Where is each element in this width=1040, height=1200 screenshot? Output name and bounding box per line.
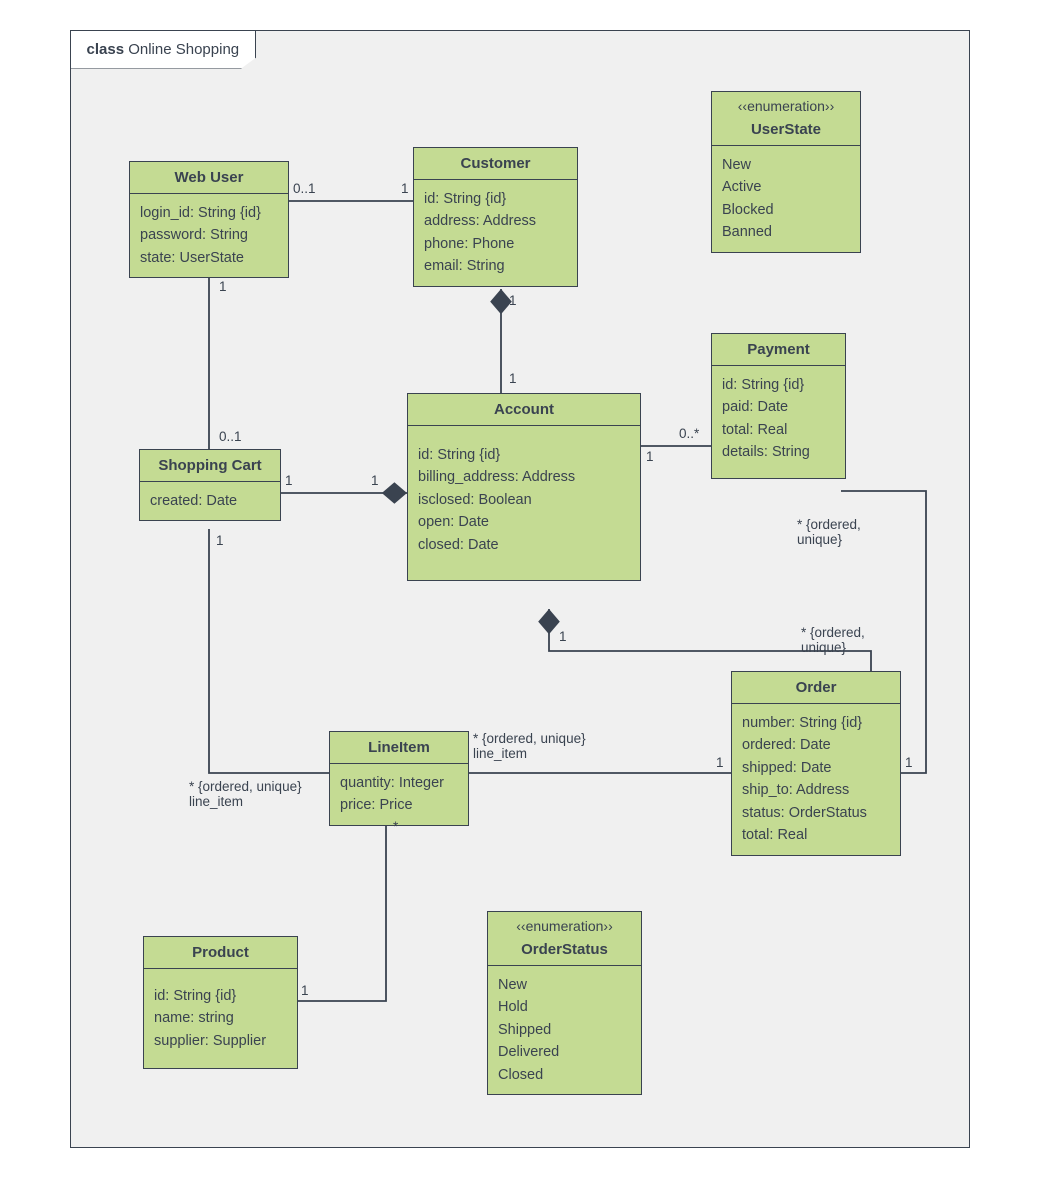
class-title: LineItem xyxy=(330,732,468,764)
class-shoppingcart: Shopping Cart created: Date xyxy=(139,449,281,521)
class-title: Product xyxy=(144,937,297,969)
attr: supplier: Supplier xyxy=(154,1030,287,1052)
attr: quantity: Integer xyxy=(340,772,458,794)
mult-label: 1 xyxy=(509,371,517,386)
class-title: Order xyxy=(732,672,900,704)
attr: details: String xyxy=(722,441,835,463)
attr: total: Real xyxy=(742,824,890,846)
mult-label: * {ordered, unique} xyxy=(797,517,861,547)
attr: state: UserState xyxy=(140,247,278,269)
class-title: Shopping Cart xyxy=(140,450,280,482)
class-customer: Customer id: String {id} address: Addres… xyxy=(413,147,578,287)
attr: id: String {id} xyxy=(154,985,287,1007)
enum-value: Shipped xyxy=(498,1019,631,1041)
enum-value: Banned xyxy=(722,221,850,243)
class-attrs: created: Date xyxy=(140,482,280,520)
mult-label: 0..1 xyxy=(293,181,316,196)
attr: id: String {id} xyxy=(722,374,835,396)
mult-label: * xyxy=(393,819,398,834)
mult-label: 1 xyxy=(905,755,913,770)
frame-label-keyword: class xyxy=(87,41,125,58)
enum-values: New Active Blocked Banned xyxy=(712,146,860,252)
enum-stereotype: ‹‹enumeration›› xyxy=(712,92,860,114)
enum-value: New xyxy=(722,154,850,176)
class-order: Order number: String {id} ordered: Date … xyxy=(731,671,901,856)
mult-label: 1 xyxy=(716,755,724,770)
attr: billing_address: Address xyxy=(418,466,630,488)
attr: closed: Date xyxy=(418,534,630,556)
attr: ship_to: Address xyxy=(742,779,890,801)
attr: price: Price xyxy=(340,794,458,816)
mult-label: * {ordered, unique} line_item xyxy=(473,731,586,761)
frame-label: class Online Shopping xyxy=(70,30,257,69)
enum-userstate: ‹‹enumeration›› UserState New Active Blo… xyxy=(711,91,861,253)
attr: ordered: Date xyxy=(742,734,890,756)
attr: isclosed: Boolean xyxy=(418,489,630,511)
attr: name: string xyxy=(154,1007,287,1029)
enum-orderstatus: ‹‹enumeration›› OrderStatus New Hold Shi… xyxy=(487,911,642,1095)
enum-stereotype: ‹‹enumeration›› xyxy=(488,912,641,934)
class-attrs: id: String {id} name: string supplier: S… xyxy=(144,969,297,1068)
attr: id: String {id} xyxy=(418,444,630,466)
mult-label: * {ordered, unique} xyxy=(801,625,865,655)
attr: total: Real xyxy=(722,419,835,441)
mult-label: 0..1 xyxy=(219,429,242,444)
class-attrs: id: String {id} billing_address: Address… xyxy=(408,426,640,580)
mult-label: 1 xyxy=(216,533,224,548)
attr: shipped: Date xyxy=(742,757,890,779)
diagram-frame: class Online Shopping Web User xyxy=(70,30,970,1148)
enum-value: Hold xyxy=(498,996,631,1018)
enum-value: New xyxy=(498,974,631,996)
mult-label: * {ordered, unique} line_item xyxy=(189,779,302,809)
attr: number: String {id} xyxy=(742,712,890,734)
attr: email: String xyxy=(424,255,567,277)
class-title: Customer xyxy=(414,148,577,180)
mult-label: 0..* xyxy=(679,426,699,441)
attr: status: OrderStatus xyxy=(742,802,890,824)
class-webuser: Web User login_id: String {id} password:… xyxy=(129,161,289,278)
mult-label: 1 xyxy=(509,293,517,308)
class-attrs: number: String {id} ordered: Date shippe… xyxy=(732,704,900,855)
mult-label: 1 xyxy=(285,473,293,488)
mult-label: 1 xyxy=(301,983,309,998)
attr: created: Date xyxy=(150,490,270,512)
mult-label: 1 xyxy=(219,279,227,294)
mult-label: 1 xyxy=(559,629,567,644)
frame-label-name: Online Shopping xyxy=(128,41,239,58)
attr: password: String xyxy=(140,224,278,246)
enum-title: OrderStatus xyxy=(488,934,641,966)
class-title: Account xyxy=(408,394,640,426)
class-title: Payment xyxy=(712,334,845,366)
class-product: Product id: String {id} name: string sup… xyxy=(143,936,298,1069)
mult-label: 1 xyxy=(401,181,409,196)
class-attrs: id: String {id} paid: Date total: Real d… xyxy=(712,366,845,478)
enum-value: Blocked xyxy=(722,199,850,221)
attr: phone: Phone xyxy=(424,233,567,255)
class-account: Account id: String {id} billing_address:… xyxy=(407,393,641,581)
enum-values: New Hold Shipped Delivered Closed xyxy=(488,966,641,1094)
enum-value: Delivered xyxy=(498,1041,631,1063)
class-attrs: login_id: String {id} password: String s… xyxy=(130,194,288,277)
attr: open: Date xyxy=(418,511,630,533)
enum-value: Active xyxy=(722,176,850,198)
attr: login_id: String {id} xyxy=(140,202,278,224)
attr: address: Address xyxy=(424,210,567,232)
mult-label: 1 xyxy=(371,473,379,488)
attr: paid: Date xyxy=(722,396,835,418)
class-lineitem: LineItem quantity: Integer price: Price xyxy=(329,731,469,826)
class-title: Web User xyxy=(130,162,288,194)
enum-title: UserState xyxy=(712,114,860,146)
class-attrs: quantity: Integer price: Price xyxy=(330,764,468,825)
class-payment: Payment id: String {id} paid: Date total… xyxy=(711,333,846,479)
attr: id: String {id} xyxy=(424,188,567,210)
mult-label: 1 xyxy=(646,449,654,464)
enum-value: Closed xyxy=(498,1064,631,1086)
class-attrs: id: String {id} address: Address phone: … xyxy=(414,180,577,286)
